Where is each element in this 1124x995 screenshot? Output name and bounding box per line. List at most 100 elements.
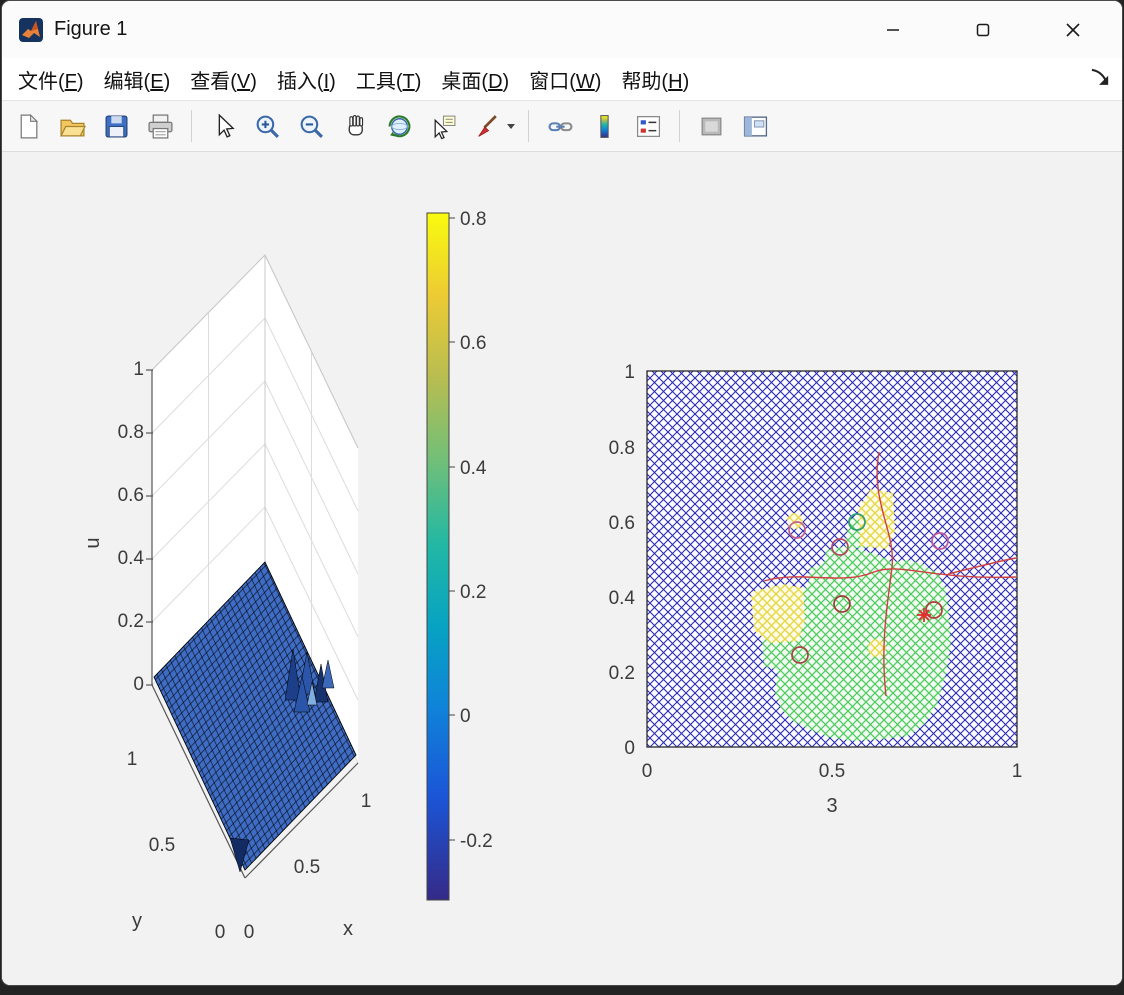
brush-dropdown-button[interactable] (505, 106, 517, 146)
menu-desktop[interactable]: 桌面(D) (431, 61, 519, 98)
z-tick-label: 0.4 (118, 548, 145, 569)
menu-help-close: ) (682, 70, 690, 93)
figure-canvas[interactable]: 1 0.8 0.6 0.4 0.2 0 1 0.5 0 0 0.5 1 u y … (2, 152, 1122, 985)
menu-view-mnemonic: V (236, 70, 251, 93)
menu-window[interactable]: 窗口(W) (519, 61, 611, 98)
minimize-button[interactable] (870, 10, 916, 50)
save-icon (104, 114, 128, 138)
z-tick-label: 1 (133, 359, 144, 380)
pan-button[interactable] (335, 106, 375, 146)
edit-plot-button[interactable] (203, 106, 243, 146)
menu-window-label: 窗口( (529, 70, 576, 93)
save-button[interactable] (96, 106, 136, 146)
colorbar-tick-label: 0.4 (460, 458, 487, 479)
menu-help-mnemonic: H (668, 70, 683, 93)
menu-edit-mnemonic: E (150, 70, 164, 93)
zoom-in-button[interactable] (247, 106, 287, 146)
x-tick-label: 0.5 (819, 761, 845, 782)
matlab-logo-icon (19, 17, 43, 42)
toolbar-separator (191, 110, 192, 142)
menu-insert-close: ) (329, 70, 336, 93)
menu-bar: 文件(F) 编辑(E) 查看(V) 插入(I) 工具(T) 桌面(D) 窗口(W… (2, 58, 1122, 101)
new-file-button[interactable] (8, 106, 48, 146)
mesh-plot-axes[interactable]: 0 0.5 1 1 0.8 0.6 0.4 0.2 0 3 (609, 362, 1023, 817)
menu-edit-close: ) (163, 70, 171, 93)
mesh-x-axis-label: 3 (826, 795, 837, 817)
data-cursor-button[interactable] (423, 106, 463, 146)
colorbar-tick-label: 0 (460, 706, 471, 727)
y-tick-label: 1 (624, 362, 635, 383)
y-tick-label: 0.4 (609, 588, 636, 609)
title-bar: Figure 1 (2, 1, 1122, 58)
edit-plot-pointer-icon (218, 112, 235, 138)
menu-help[interactable]: 帮助(H) (611, 61, 699, 98)
dock-figure-button[interactable] (1088, 66, 1114, 92)
x-tick-label: 0 (244, 922, 255, 943)
y-tick-label: 0.5 (149, 835, 175, 856)
menu-file-mnemonic: F (64, 70, 77, 93)
x-tick-label: 1 (361, 791, 372, 812)
rotate-3d-button[interactable] (379, 106, 419, 146)
z-axis (146, 369, 153, 686)
close-button[interactable] (1050, 10, 1096, 50)
dock-arrow-icon (1091, 68, 1109, 85)
colorbar[interactable]: 0.8 0.6 0.4 0.2 0 -0.2 (426, 209, 493, 901)
maximize-icon (976, 23, 990, 36)
print-button[interactable] (140, 106, 180, 146)
menu-tools-label: 工具( (355, 70, 403, 93)
menu-tools-mnemonic: T (402, 70, 415, 93)
x-tick-label: 0.5 (294, 857, 320, 878)
minimize-icon (887, 28, 899, 31)
open-file-button[interactable] (52, 106, 92, 146)
data-cursor-icon (434, 115, 455, 139)
surface-plot-axes[interactable]: 1 0.8 0.6 0.4 0.2 0 1 0.5 0 0 0.5 1 u y … (82, 254, 372, 943)
insert-colorbar-button[interactable] (584, 106, 624, 146)
menu-tools[interactable]: 工具(T) (346, 61, 432, 98)
open-file-icon (59, 119, 86, 136)
window-title: Figure 1 (54, 18, 128, 40)
insert-legend-icon (636, 115, 660, 137)
hide-plot-tools-button[interactable] (691, 106, 731, 146)
menu-edit-label: 编辑( (103, 70, 151, 93)
y-tick-label: 0 (624, 738, 635, 759)
show-plot-tools-button[interactable] (735, 106, 775, 146)
y-tick-label: 1 (127, 749, 138, 770)
menu-file[interactable]: 文件(F) (8, 61, 94, 98)
brush-dropdown-caret (507, 123, 515, 129)
insert-colorbar-icon (599, 114, 609, 138)
link-plots-icon (548, 121, 572, 131)
y-tick-label: 0.8 (609, 438, 635, 459)
colorbar-ticks (449, 217, 455, 841)
menu-desktop-close: ) (502, 70, 510, 93)
rotate-3d-icon (388, 114, 410, 137)
link-plots-button[interactable] (540, 106, 580, 146)
z-tick-label: 0.2 (118, 611, 144, 632)
menu-desktop-label: 桌面( (441, 70, 489, 93)
close-icon (1066, 22, 1080, 37)
x-axis-label: x (343, 918, 353, 940)
maximize-button[interactable] (960, 10, 1006, 50)
zoom-out-icon (300, 115, 323, 138)
x-tick-label: 1 (1012, 761, 1023, 782)
zoom-in-icon (256, 115, 279, 138)
insert-legend-button[interactable] (628, 106, 668, 146)
brush-data-button[interactable] (467, 106, 507, 146)
menu-window-mnemonic: W (575, 70, 595, 93)
figure-toolbar (2, 101, 1122, 152)
menu-view-close: ) (250, 70, 257, 93)
menu-insert[interactable]: 插入(I) (267, 61, 346, 98)
hide-plot-tools-icon (701, 117, 721, 135)
asterisk-marker (917, 608, 931, 622)
brush-data-icon (477, 114, 497, 137)
figure-window: Figure 1 文件(F) 编辑(E) 查看(V) 插入(I) 工具(T) 桌… (1, 0, 1123, 986)
show-plot-tools-dock-icon (743, 115, 767, 137)
menu-view[interactable]: 查看(V) (180, 61, 267, 98)
zoom-out-button[interactable] (291, 106, 331, 146)
menu-insert-label: 插入( (276, 70, 324, 93)
toolbar-separator (528, 110, 529, 142)
menu-edit[interactable]: 编辑(E) (94, 61, 181, 98)
y-tick-label: 0.6 (609, 513, 635, 534)
menu-file-label: 文件( (18, 70, 65, 93)
colorbar-tick-labels: 0.8 0.6 0.4 0.2 0 -0.2 (460, 209, 493, 852)
window-controls (870, 10, 1122, 50)
